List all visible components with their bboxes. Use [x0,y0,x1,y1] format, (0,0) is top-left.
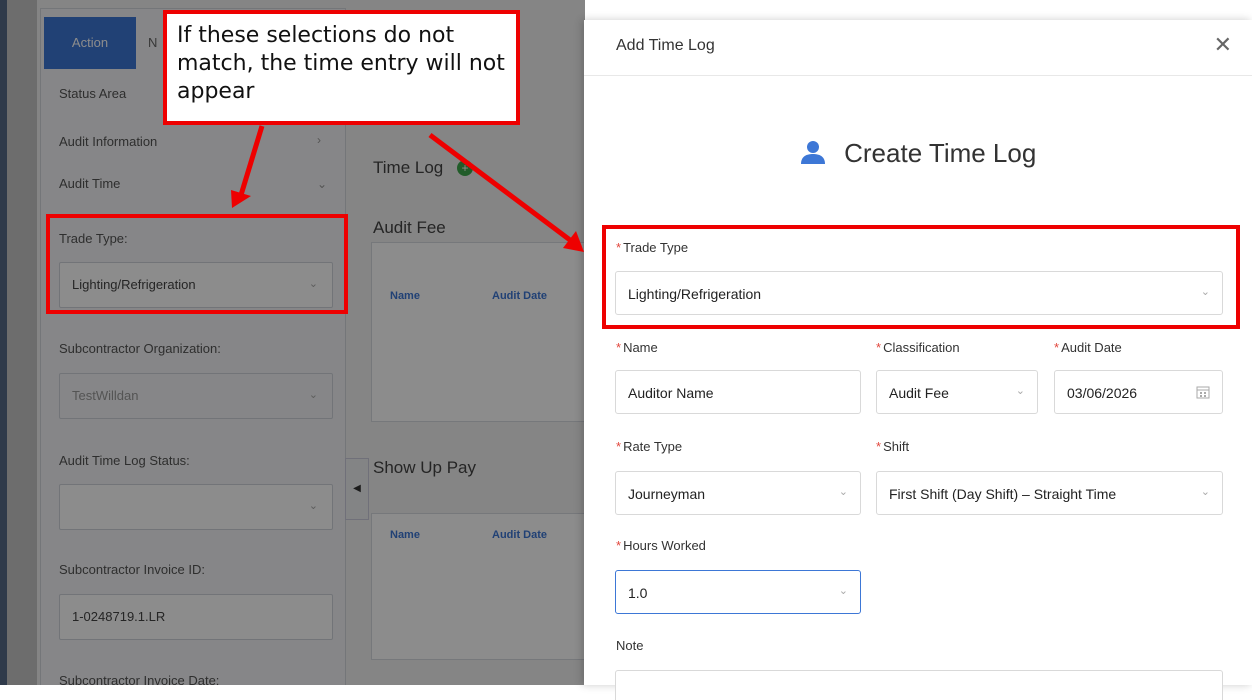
classification-value: Audit Fee [889,385,949,401]
audit-fee-label: Audit Fee [373,218,446,237]
rate-type-select[interactable]: Journeyman ⌄ [615,471,861,515]
audit-date-value: 03/06/2026 [1067,385,1138,401]
trade-type-label: Trade Type: [59,231,128,246]
hours-worked-select[interactable]: 1.0 ⌄ [615,570,861,614]
user-icon [800,140,825,164]
invoice-date-label: Subcontractor Invoice Date: [59,673,220,685]
collapse-panel-button[interactable]: ◀ [345,458,369,520]
hours-worked-value: 1.0 [628,585,648,601]
name-value: Auditor Name [628,385,714,401]
rate-type-value: Journeyman [628,486,706,502]
shift-select[interactable]: First Shift (Day Shift) – Straight Time … [876,471,1223,515]
trade-type-label: * Trade Type [616,240,689,255]
classification-select[interactable]: Audit Fee ⌄ [876,370,1038,414]
backdrop-left [7,0,37,685]
add-circle-icon[interactable]: + [457,160,473,176]
invoice-id-input[interactable]: 1-0248719.1.LR [59,594,333,640]
chevron-right-icon: › [317,133,321,147]
sidebar-item-audit-information[interactable]: Audit Information [59,134,157,149]
time-log-status-label: Audit Time Log Status: [59,453,190,468]
rate-type-label: * Rate Type [616,439,683,454]
subcontractor-org-label: Subcontractor Organization: [59,341,221,356]
show-up-pay-label: Show Up Pay [373,458,476,477]
chevron-down-icon: ⌄ [308,389,318,401]
calendar-icon[interactable] [1196,385,1210,399]
classification-label: * Classification [876,340,960,355]
chevron-down-icon: ⌄ [1015,385,1025,397]
modal-heading: Create Time Log [584,138,1252,178]
trade-type-value: Lighting/Refrigeration [72,277,196,292]
chevron-down-icon: ⌄ [838,585,848,597]
add-time-log-modal: Add Time Log ✕ Create Time Log * Trade Ty… [584,20,1252,700]
subcontractor-org-select[interactable]: TestWilldan ⌄ [59,373,333,419]
trade-type-value: Lighting/Refrigeration [628,286,762,302]
col-name: Name [390,529,420,541]
chevron-down-icon: ⌄ [308,278,318,290]
col-audit-date: Audit Date [492,529,547,541]
modal-title: Add Time Log [616,37,715,54]
chevron-down-icon: ⌄ [1200,286,1210,298]
shift-label: * Shift [876,439,910,454]
tab-action[interactable]: Action [44,17,136,69]
audit-date-input[interactable]: 03/06/2026 [1054,370,1223,414]
sidebar-item-audit-time[interactable]: Audit Time [59,176,120,191]
note-label: Note [616,638,644,653]
heading-title: Create Time Log [844,138,1037,168]
chevron-down-icon: ⌄ [317,177,328,191]
chevron-down-icon: ⌄ [308,500,318,512]
hours-worked-label: * Hours Worked [616,538,706,553]
audit-fee-table: Name Audit Date [371,242,585,422]
close-icon[interactable]: ✕ [1214,32,1232,58]
invoice-id-label: Subcontractor Invoice ID: [59,562,205,577]
note-textarea[interactable] [615,670,1223,700]
trade-type-select[interactable]: Lighting/Refrigeration ⌄ [615,271,1223,315]
callout-text: If these selections do not match, the ti… [177,23,505,104]
time-log-status-select[interactable]: ⌄ [59,484,333,530]
shift-value: First Shift (Day Shift) – Straight Time [889,486,1117,502]
annotation-callout: If these selections do not match, the ti… [163,10,520,125]
col-audit-date: Audit Date [492,290,547,302]
col-name: Name [390,290,420,302]
audit-date-label: * Audit Date [1054,340,1122,355]
modal-header: Add Time Log ✕ [584,20,1252,76]
chevron-down-icon: ⌄ [838,486,848,498]
name-input[interactable]: Auditor Name [615,370,861,414]
show-up-pay-table: Name Audit Date [371,513,585,660]
chevron-down-icon: ⌄ [1200,486,1210,498]
invoice-id-value: 1-0248719.1.LR [72,609,166,624]
sidebar-item-status-area[interactable]: Status Area [59,86,126,101]
name-label: * Name [616,340,658,355]
subcontractor-org-value: TestWilldan [72,388,139,403]
trade-type-select[interactable]: Lighting/Refrigeration ⌄ [59,262,333,308]
app-strip [0,0,7,685]
time-log-label: Time Log [373,158,444,177]
